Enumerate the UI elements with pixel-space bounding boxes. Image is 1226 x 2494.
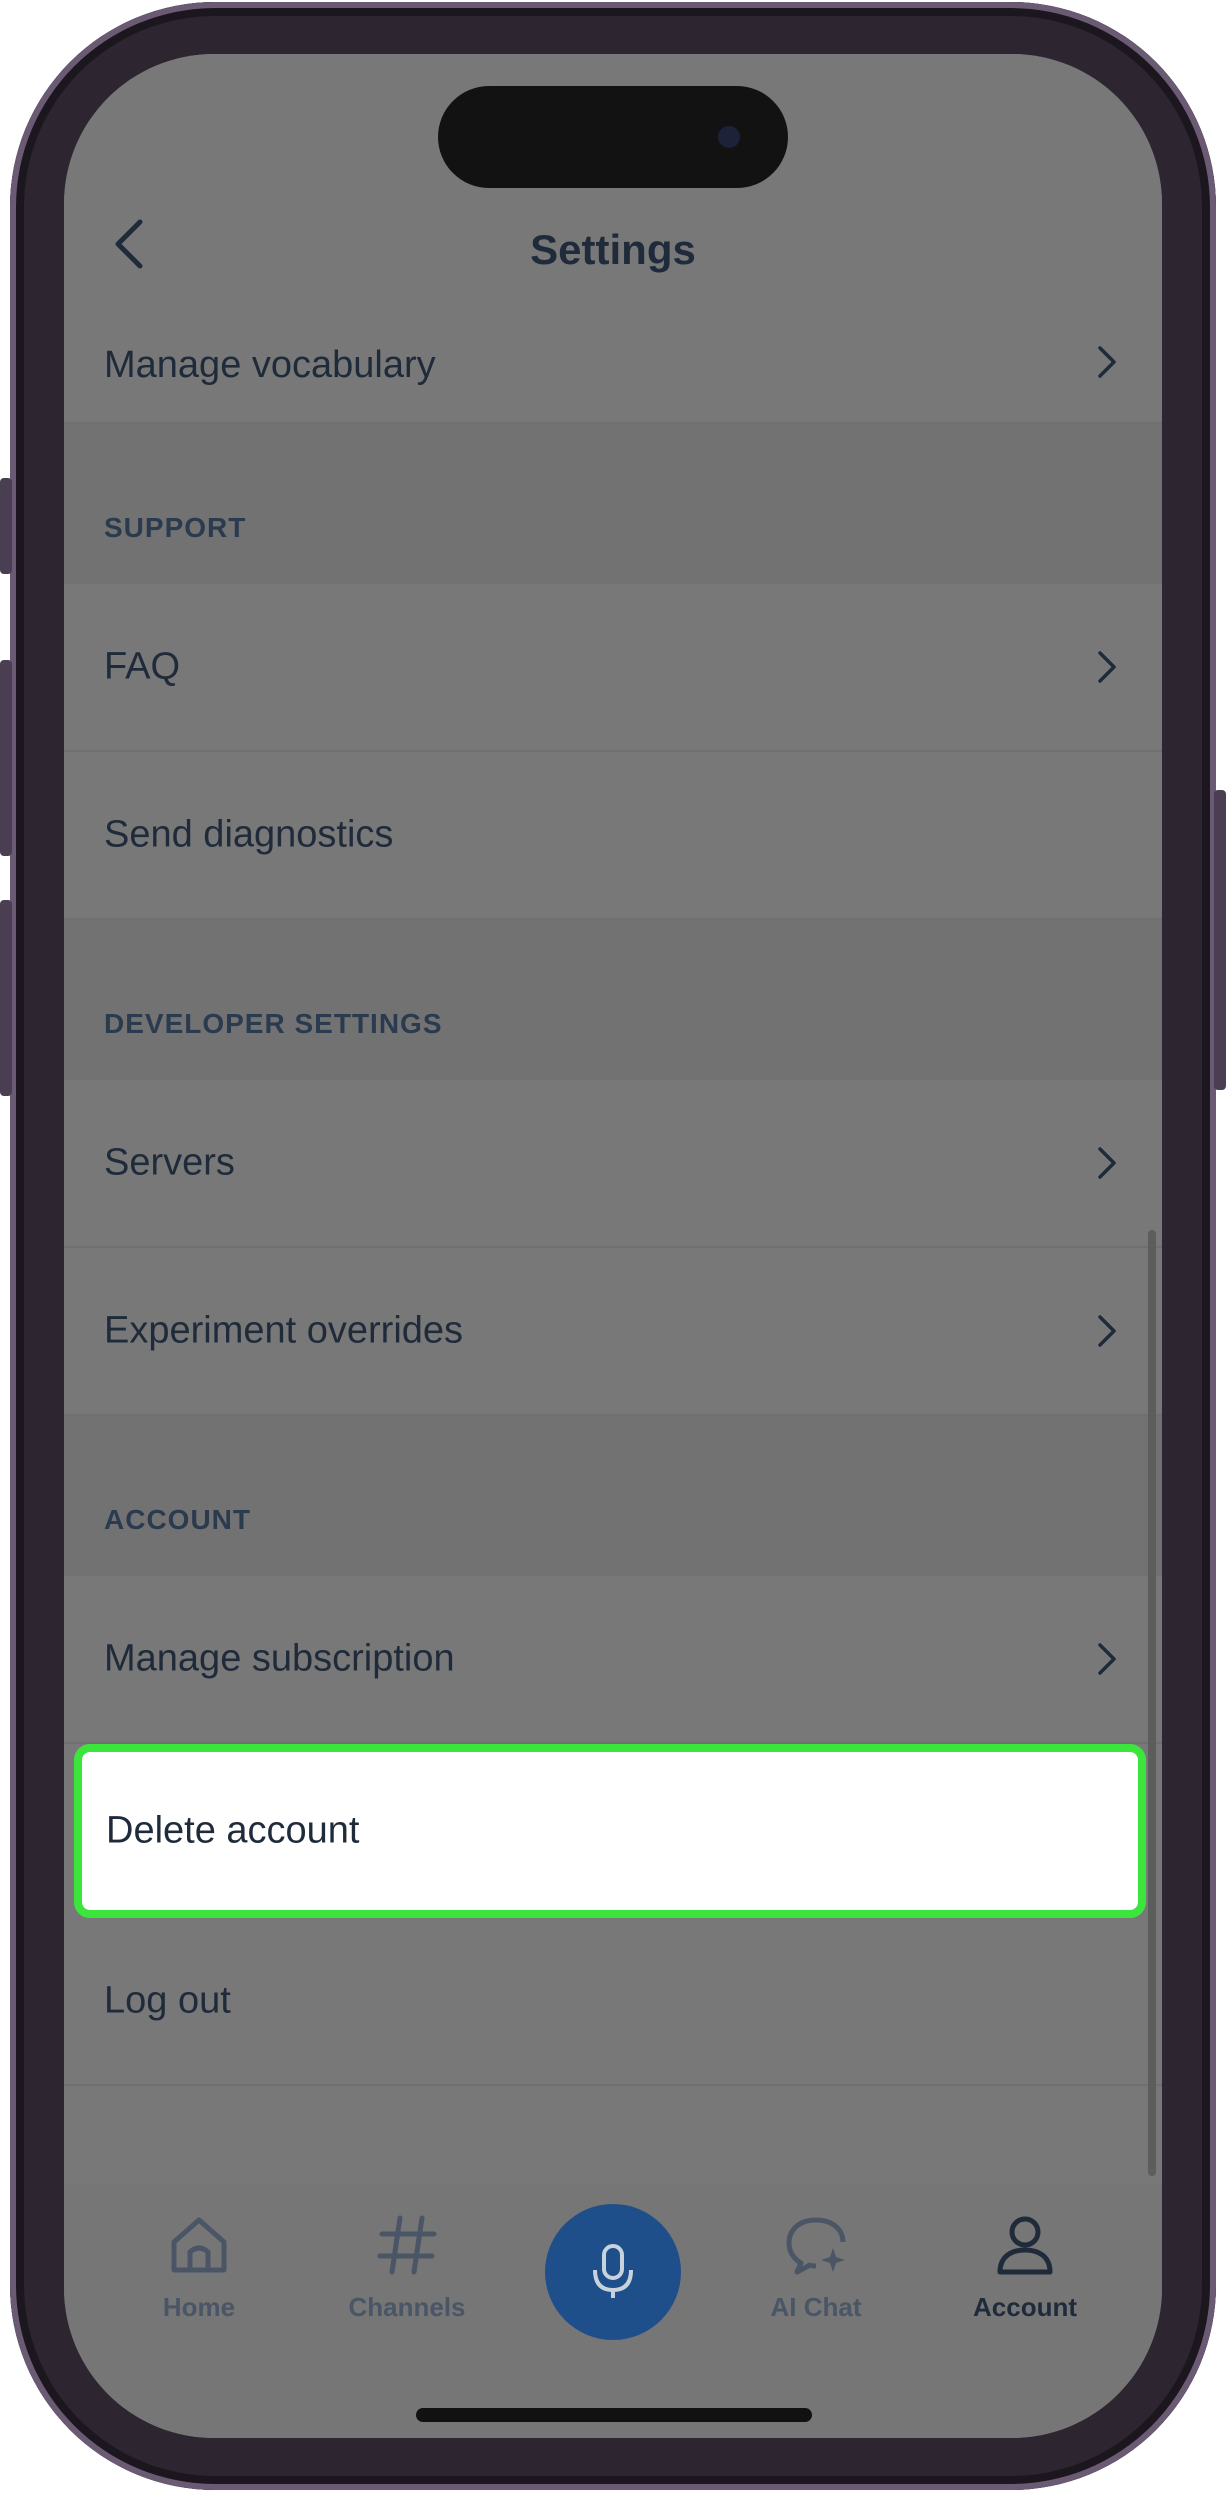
scrollbar[interactable] (1148, 1230, 1156, 2176)
tab-home[interactable]: Home (104, 2212, 294, 2362)
side-button-power (1214, 790, 1226, 1090)
account-icon (997, 2216, 1053, 2275)
microphone-icon (593, 2244, 633, 2298)
tab-account[interactable]: Account (930, 2212, 1120, 2362)
row-label: Experiment overrides (104, 1309, 464, 1352)
camera-icon (718, 126, 740, 148)
settings-row-send-diagnostics[interactable]: Send diagnostics (64, 752, 1162, 920)
section-label: DEVELOPER SETTINGS (104, 1008, 443, 1039)
tab-ai-chat[interactable]: AI Chat (721, 2212, 911, 2362)
page-title: Settings (530, 226, 696, 273)
chevron-right-icon (1098, 346, 1116, 378)
row-label: FAQ (104, 645, 181, 688)
section-label: ACCOUNT (104, 1504, 251, 1535)
settings-row-servers[interactable]: Servers (64, 1080, 1162, 1248)
settings-row-manage-subscription[interactable]: Manage subscription (64, 1576, 1162, 1744)
side-button-silent (0, 478, 12, 574)
settings-row-experiment-overrides[interactable]: Experiment overrides (64, 1248, 1162, 1416)
row-label: Manage vocabulary (104, 344, 436, 386)
dynamic-island (438, 86, 788, 188)
side-button-volume-down (0, 900, 12, 1096)
row-label: Servers (104, 1141, 235, 1184)
row-label: Delete account (106, 1809, 360, 1852)
ai-chat-icon (786, 2217, 846, 2275)
section-header-developer-settings: DEVELOPER SETTINGS (64, 920, 1162, 1080)
row-label: Send diagnostics (104, 813, 394, 856)
home-icon (171, 2217, 227, 2273)
settings-row-delete-account[interactable]: Delete account (74, 1744, 1146, 1918)
record-button[interactable] (545, 2204, 681, 2340)
chevron-right-icon (1098, 1315, 1116, 1347)
side-button-volume-up (0, 660, 12, 856)
section-header-support: SUPPORT (64, 424, 1162, 584)
chevron-right-icon (1098, 651, 1116, 683)
tab-label: Account (973, 2292, 1077, 2322)
row-label: Log out (104, 1979, 231, 2022)
chevron-right-icon (1098, 1643, 1116, 1675)
settings-row-faq[interactable]: FAQ (64, 584, 1162, 752)
home-indicator[interactable] (416, 2408, 812, 2422)
section-label: SUPPORT (104, 512, 247, 543)
tab-channels[interactable]: Channels (312, 2212, 502, 2362)
tab-label: Channels (348, 2292, 466, 2322)
hashtag-icon (377, 2215, 437, 2275)
tab-label: Home (162, 2292, 236, 2322)
tab-bar: Home Channels AI Chat Account (64, 2184, 1162, 2438)
chevron-right-icon (1098, 1147, 1116, 1179)
screen: Settings Manage vocabulary SUPPORT FAQ S… (64, 54, 1162, 2438)
section-header-account: ACCOUNT (64, 1416, 1162, 1576)
row-label: Manage subscription (104, 1637, 455, 1680)
settings-row-manage-vocabulary[interactable]: Manage vocabulary (64, 314, 1162, 424)
settings-row-log-out[interactable]: Log out (64, 1918, 1162, 2086)
tab-label: AI Chat (770, 2292, 862, 2322)
